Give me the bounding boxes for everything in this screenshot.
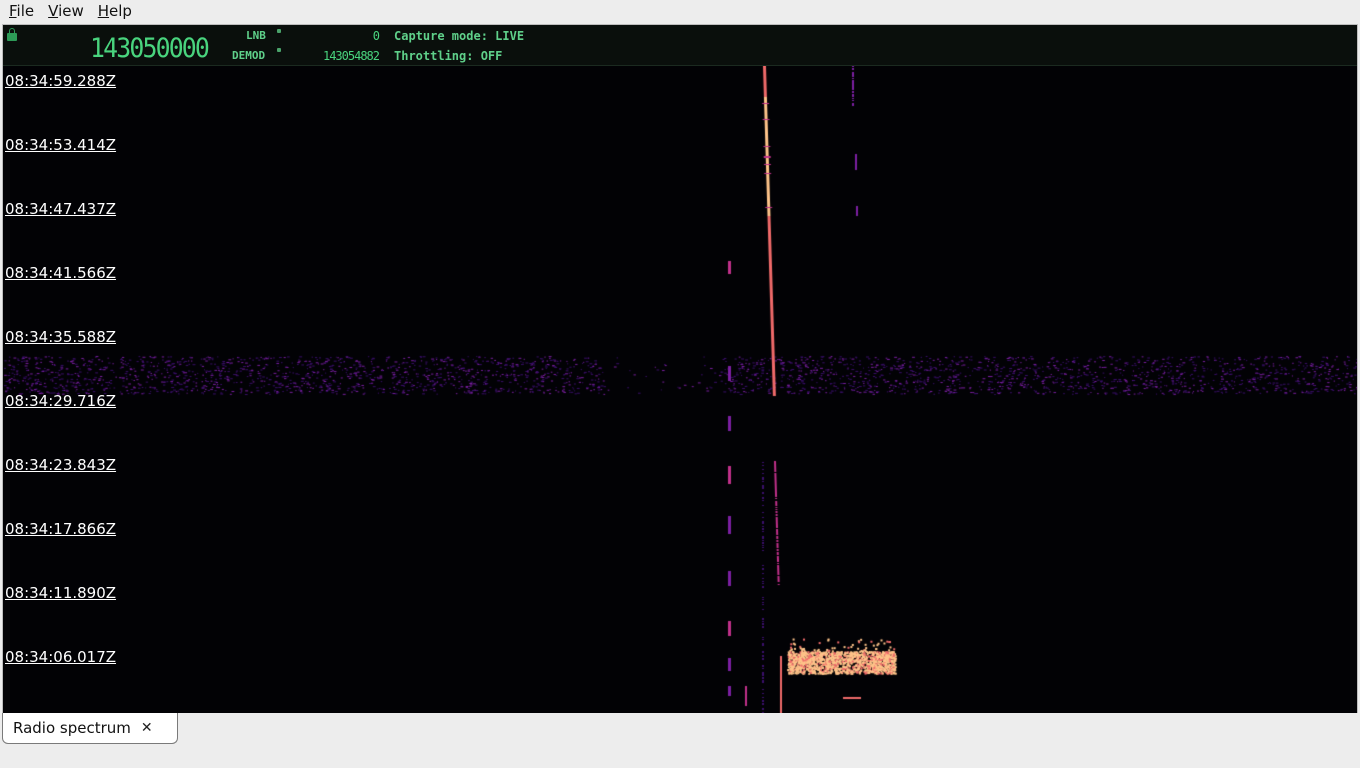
menu-view[interactable]: View: [39, 2, 89, 20]
menu-file-label: ile: [16, 2, 35, 20]
lnb-value[interactable]: 0: [303, 29, 380, 43]
demod-value[interactable]: 143054882: [303, 49, 380, 63]
menu-bar: File View Help: [0, 0, 1360, 22]
menu-view-label: iew: [58, 2, 84, 20]
close-icon[interactable]: ✕: [141, 720, 153, 736]
lock-icon[interactable]: [7, 28, 17, 41]
menu-view-mnemonic: V: [48, 2, 59, 20]
menu-file-mnemonic: F: [9, 2, 17, 20]
tab-bar: Radio spectrum ✕: [0, 713, 1360, 768]
menu-help-mnemonic: H: [97, 2, 110, 20]
spectrum-panel: 143050000 LNB 0 DEMOD 143054882 Capture …: [2, 24, 1358, 715]
lnb-lock-icon[interactable]: [277, 29, 281, 33]
center-frequency-display[interactable]: 143050000: [90, 33, 210, 64]
demod-label: DEMOD: [232, 49, 266, 62]
tab-radio-spectrum[interactable]: Radio spectrum ✕: [2, 713, 178, 744]
throttling-text: Throttling: OFF: [394, 49, 503, 63]
capture-mode-text: Capture mode: LIVE: [394, 29, 525, 43]
demod-lock-icon[interactable]: [277, 48, 281, 52]
menu-help-label: elp: [109, 2, 132, 20]
status-bar: 143050000 LNB 0 DEMOD 143054882 Capture …: [3, 25, 1357, 66]
menu-help[interactable]: Help: [89, 2, 137, 20]
lnb-label: LNB: [246, 29, 266, 42]
waterfall-display[interactable]: [3, 66, 1357, 714]
tab-label: Radio spectrum: [13, 719, 131, 737]
menu-file[interactable]: File: [0, 2, 39, 20]
